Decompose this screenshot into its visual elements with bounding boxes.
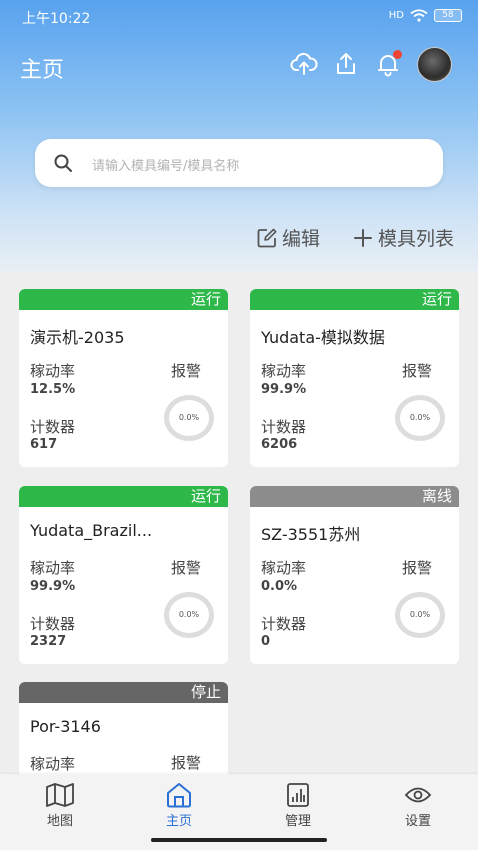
plus-icon xyxy=(354,228,372,247)
search-input[interactable]: 请输入模具编号/模具名称 xyxy=(92,155,239,174)
share-icon[interactable] xyxy=(332,50,360,78)
status-badge: 停止 xyxy=(19,682,228,703)
edit-label: 编辑 xyxy=(282,228,321,250)
alarm-label: 报警 xyxy=(171,754,202,772)
signal-icon: HD xyxy=(388,10,404,21)
cloud-upload-icon[interactable] xyxy=(290,50,318,78)
tab-map[interactable]: 地图 xyxy=(20,782,100,829)
rate-label: 稼动率 xyxy=(30,559,76,577)
rate-label: 稼动率 xyxy=(30,362,76,380)
counter-label: 计数器 xyxy=(261,615,307,633)
mold-card[interactable]: 运行 演示机-2035 稼动率 12.5% 报警 计数器 617 0.0% xyxy=(19,289,228,467)
progress-ring: 0.0% xyxy=(164,395,214,441)
rate-label: 稼动率 xyxy=(261,362,307,380)
map-icon xyxy=(46,783,74,807)
search-bar[interactable]: 请输入模具编号/模具名称 xyxy=(35,139,443,187)
counter-value: 617 xyxy=(30,437,58,452)
mold-name: 演示机-2035 xyxy=(30,328,125,347)
counter-value: 0 xyxy=(261,634,271,649)
tab-manage[interactable]: 管理 xyxy=(258,782,338,829)
rate-label: 稼动率 xyxy=(261,559,307,577)
counter-value: 6206 xyxy=(261,437,298,452)
mold-name: Yudata_Brazil... xyxy=(30,521,153,540)
progress-ring: 0.0% xyxy=(164,592,214,638)
counter-label: 计数器 xyxy=(261,418,307,436)
tab-settings-label: 设置 xyxy=(404,814,431,829)
status-icons: HD 58 xyxy=(389,9,462,22)
tab-map-label: 地图 xyxy=(46,814,73,829)
edit-button[interactable]: 编辑 xyxy=(256,224,320,251)
rate-value: 0.0% xyxy=(261,579,298,594)
rate-label: 稼动率 xyxy=(30,755,76,773)
tab-settings[interactable]: 设置 xyxy=(378,782,458,829)
edit-icon xyxy=(257,228,277,247)
wifi-icon xyxy=(410,9,428,22)
status-badge: 运行 xyxy=(19,289,228,310)
battery-icon: 58 xyxy=(434,9,462,22)
search-icon xyxy=(54,154,72,172)
counter-label: 计数器 xyxy=(30,615,76,633)
home-icon xyxy=(167,783,191,808)
counter-value: 2327 xyxy=(30,634,67,649)
mold-name: SZ-3551苏州 xyxy=(261,525,361,544)
tab-manage-label: 管理 xyxy=(284,814,311,829)
home-indicator xyxy=(151,838,327,842)
rate-value: 12.5% xyxy=(30,382,76,397)
mold-name: Por-3146 xyxy=(30,717,101,736)
progress-ring: 0.0% xyxy=(395,592,445,638)
tab-home[interactable]: 主页 xyxy=(139,782,219,829)
notification-dot xyxy=(393,50,402,59)
status-badge: 离线 xyxy=(250,486,459,507)
bell-icon[interactable] xyxy=(374,50,402,78)
tab-home-label: 主页 xyxy=(165,814,192,829)
mold-card[interactable]: 运行 Yudata-模拟数据 稼动率 99.9% 报警 计数器 6206 0.0… xyxy=(250,289,459,467)
alarm-label: 报警 xyxy=(171,362,202,380)
status-time: 上午10:22 xyxy=(22,11,91,27)
mold-card[interactable]: 停止 Por-3146 稼动率 报警 xyxy=(19,682,228,782)
mold-name: Yudata-模拟数据 xyxy=(261,328,385,347)
mold-list-label: 模具列表 xyxy=(378,228,455,250)
settings-icon xyxy=(404,787,432,803)
chart-icon xyxy=(287,783,309,807)
avatar[interactable] xyxy=(417,47,452,82)
rate-value: 99.9% xyxy=(30,579,76,594)
page-title: 主页 xyxy=(20,58,65,83)
status-badge: 运行 xyxy=(250,289,459,310)
alarm-label: 报警 xyxy=(402,559,433,577)
mold-card[interactable]: 离线 SZ-3551苏州 稼动率 0.0% 报警 计数器 0 0.0% xyxy=(250,486,459,664)
alarm-label: 报警 xyxy=(171,559,202,577)
mold-card[interactable]: 运行 Yudata_Brazil... 稼动率 99.9% 报警 计数器 232… xyxy=(19,486,228,664)
status-badge: 运行 xyxy=(19,486,228,507)
mold-list-button[interactable]: 模具列表 xyxy=(352,224,454,251)
alarm-label: 报警 xyxy=(402,362,433,380)
progress-ring: 0.0% xyxy=(395,395,445,441)
rate-value: 99.9% xyxy=(261,382,307,397)
counter-label: 计数器 xyxy=(30,418,76,436)
status-bar: 上午10:22 HD 58 xyxy=(0,0,478,32)
